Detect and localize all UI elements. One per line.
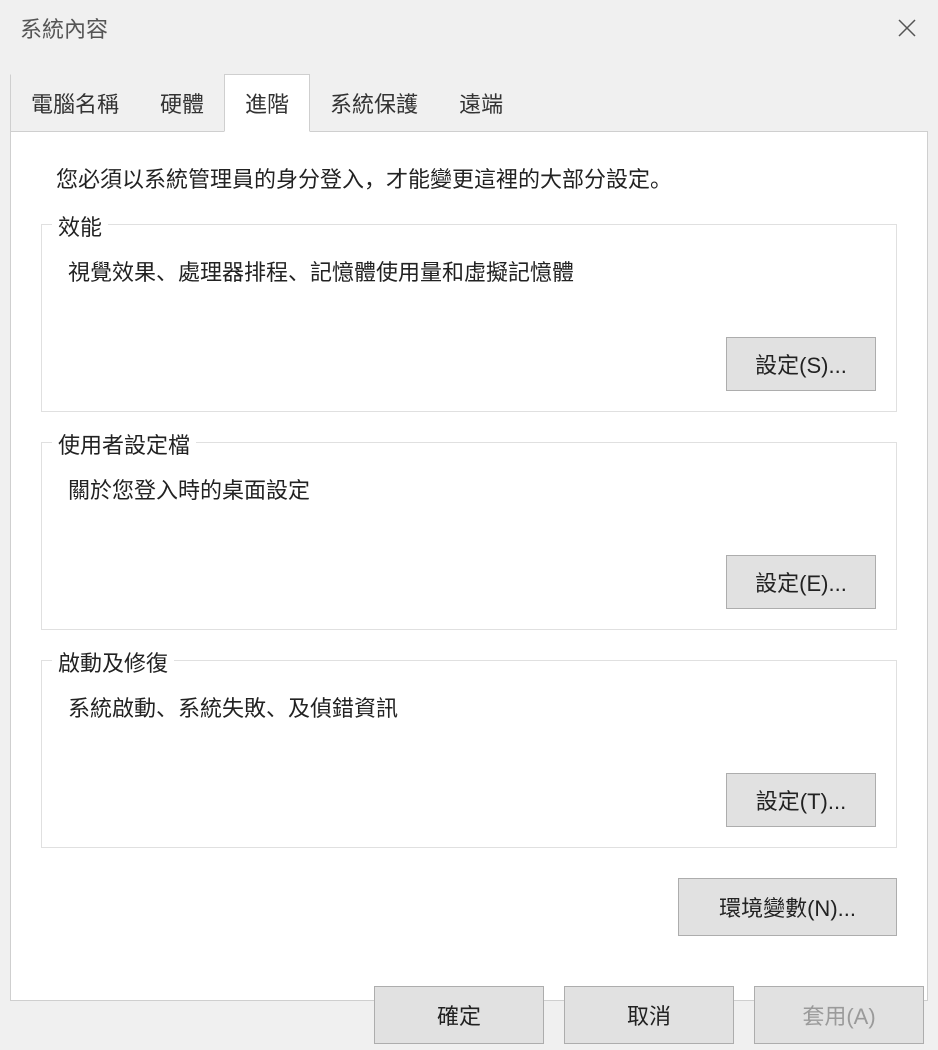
ok-button[interactable]: 確定 — [374, 986, 544, 1044]
title-bar: 系統內容 — [0, 0, 938, 56]
user-profiles-settings-button[interactable]: 設定(E)... — [726, 555, 876, 609]
tab-remote[interactable]: 遠端 — [438, 74, 524, 131]
group-startup-recovery-desc: 系統啟動、系統失敗、及偵錯資訊 — [68, 691, 876, 723]
group-user-profiles-desc: 關於您登入時的桌面設定 — [68, 473, 876, 505]
environment-variables-button[interactable]: 環境變數(N)... — [678, 878, 897, 936]
close-icon — [897, 18, 917, 38]
startup-recovery-settings-button[interactable]: 設定(T)... — [726, 773, 876, 827]
group-performance: 效能 視覺效果、處理器排程、記憶體使用量和虛擬記憶體 設定(S)... — [41, 224, 897, 412]
group-startup-recovery: 啟動及修復 系統啟動、系統失敗、及偵錯資訊 設定(T)... — [41, 660, 897, 848]
group-user-profiles: 使用者設定檔 關於您登入時的桌面設定 設定(E)... — [41, 442, 897, 630]
dialog-footer: 確定 取消 套用(A) — [374, 986, 924, 1044]
apply-button[interactable]: 套用(A) — [754, 986, 924, 1044]
close-button[interactable] — [891, 12, 923, 44]
tab-strip: 電腦名稱 硬體 進階 系統保護 遠端 — [10, 74, 938, 131]
tab-panel-advanced: 您必須以系統管理員的身分登入，才能變更這裡的大部分設定。 效能 視覺效果、處理器… — [10, 131, 928, 1001]
window-title: 系統內容 — [20, 12, 108, 44]
group-performance-desc: 視覺效果、處理器排程、記憶體使用量和虛擬記憶體 — [68, 255, 876, 287]
group-startup-recovery-title: 啟動及修復 — [52, 646, 174, 678]
group-performance-title: 效能 — [52, 210, 108, 242]
tab-advanced[interactable]: 進階 — [224, 74, 310, 132]
cancel-button[interactable]: 取消 — [564, 986, 734, 1044]
performance-settings-button[interactable]: 設定(S)... — [726, 337, 876, 391]
tab-hardware[interactable]: 硬體 — [139, 74, 225, 131]
tab-system-protection[interactable]: 系統保護 — [309, 74, 439, 131]
group-user-profiles-title: 使用者設定檔 — [52, 428, 196, 460]
admin-notice: 您必須以系統管理員的身分登入，才能變更這裡的大部分設定。 — [56, 162, 897, 194]
tab-computer-name[interactable]: 電腦名稱 — [10, 74, 140, 131]
